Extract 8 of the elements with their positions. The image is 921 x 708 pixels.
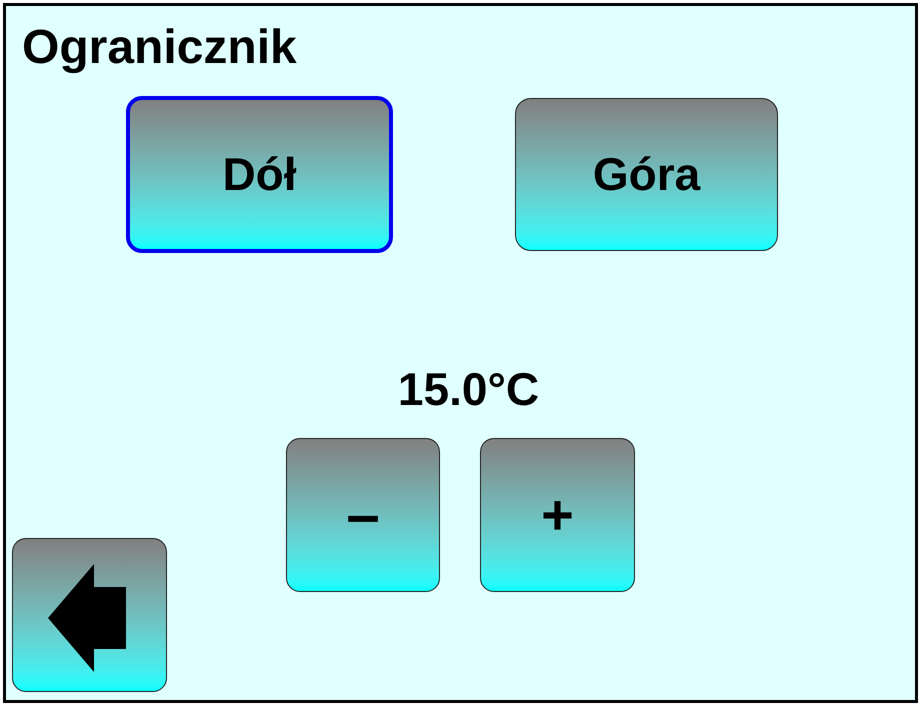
left-arrow-icon [48, 564, 126, 672]
temperature-value: 15.0°C [398, 366, 540, 412]
mode-button[interactable]: Dół [126, 96, 393, 253]
back-button[interactable] [12, 538, 167, 692]
screen-title: Ogranicznik [22, 24, 298, 72]
decrease-button[interactable]: – [286, 438, 440, 592]
increase-button[interactable]: + [480, 438, 635, 592]
mode-button[interactable]: Góra [515, 98, 778, 251]
